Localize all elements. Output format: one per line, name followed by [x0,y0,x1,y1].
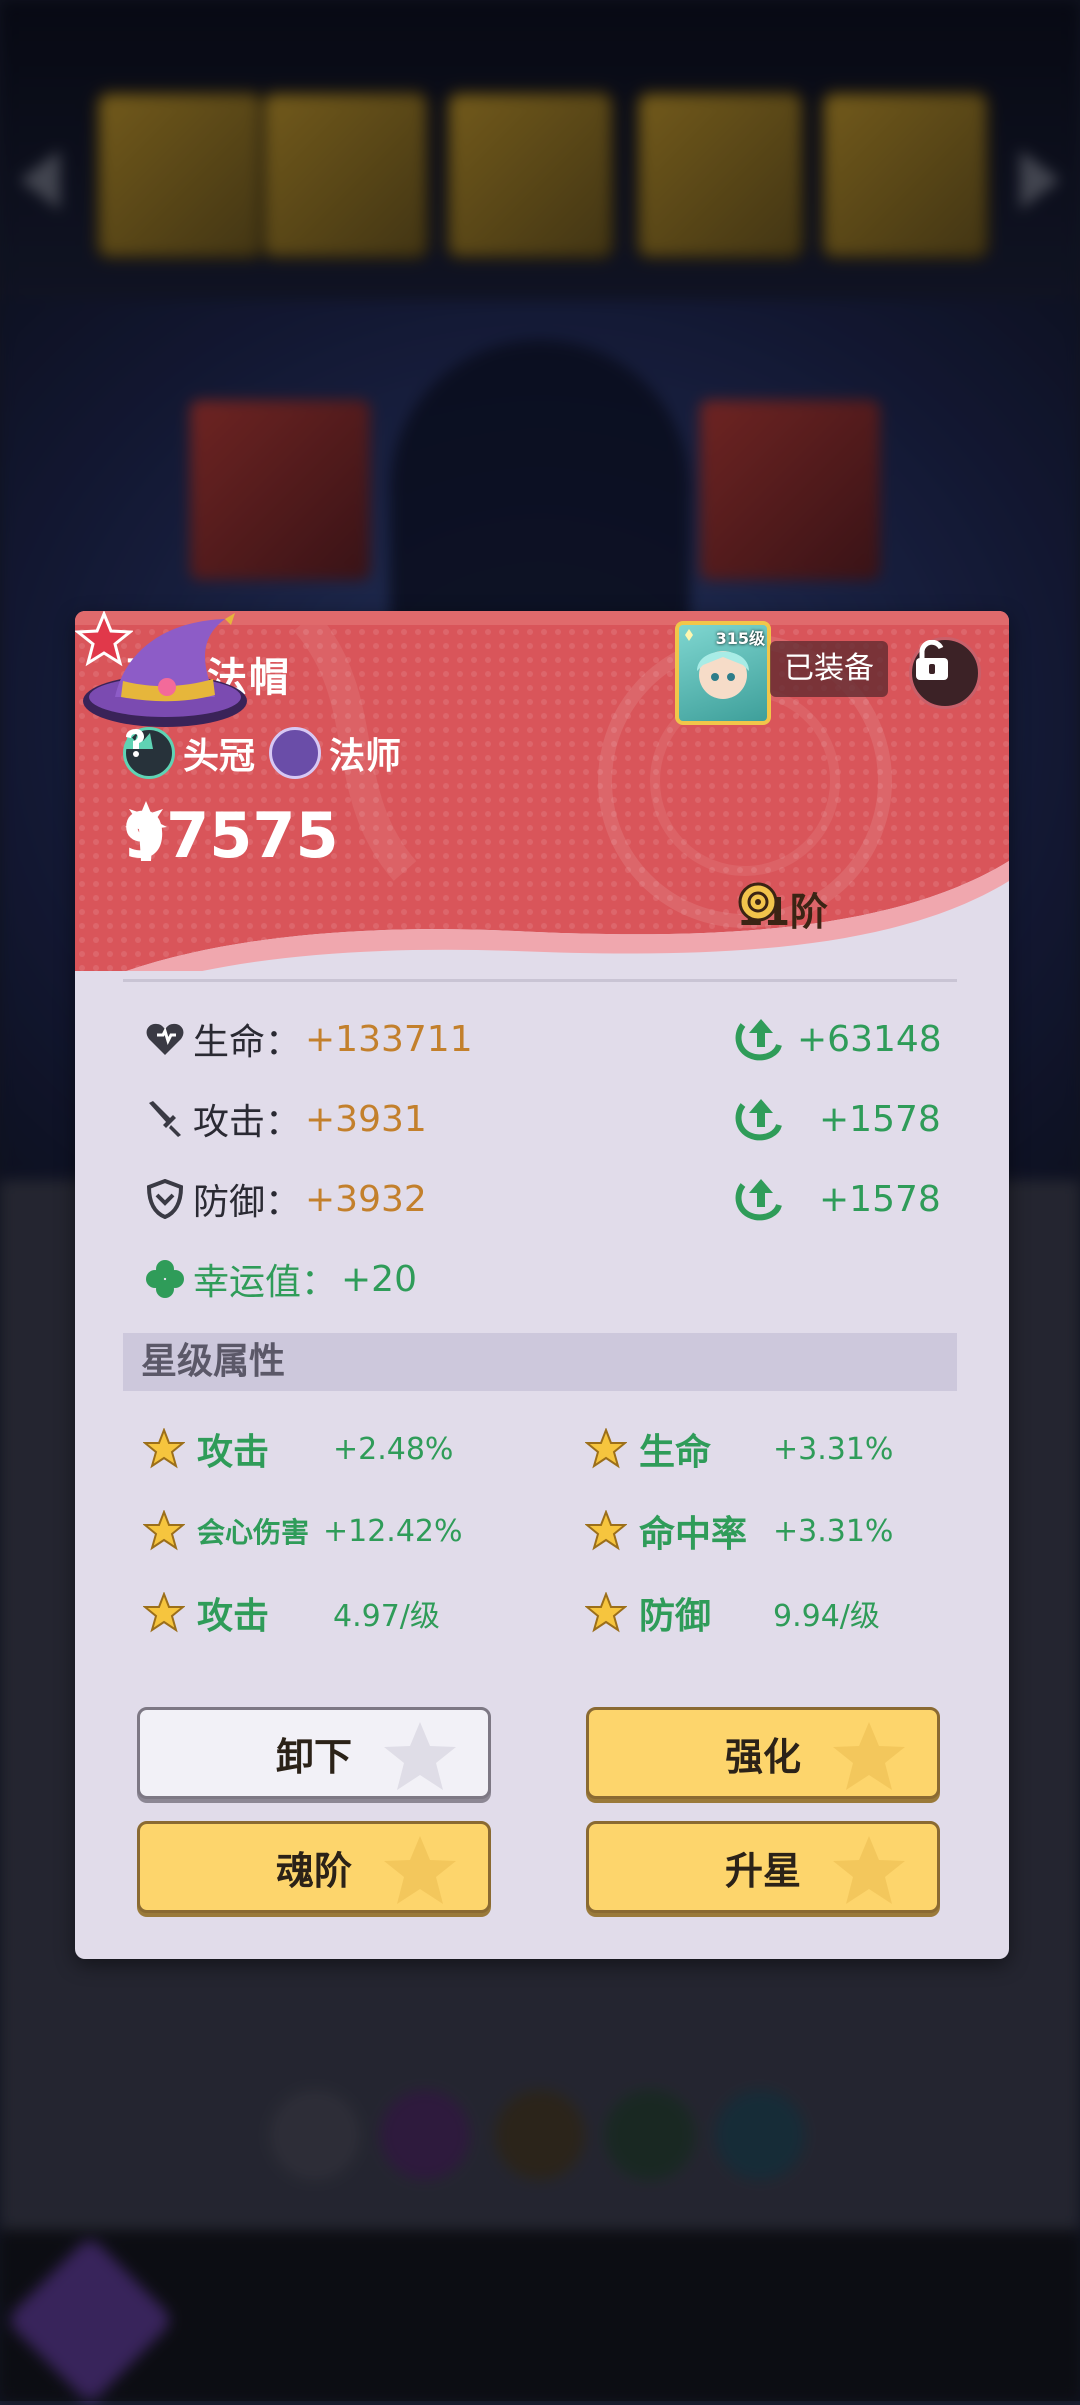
stat-name: 生命： [193,1022,302,1063]
lock-button[interactable] [909,637,981,709]
star-attr-name: 命中率 [639,1514,748,1555]
upgrade-arrow-icon [735,1099,782,1141]
star-attr-value: 9.94/级 [773,1599,880,1634]
soul-tier-label: 魂阶 [275,1848,352,1893]
enhance-label: 强化 [724,1734,801,1779]
upgrade-arrow-icon [735,1019,782,1061]
equipped-hero-portrait[interactable]: 315级 [675,621,771,725]
star-attr-row: 命中率 +3.31% [585,1501,985,1561]
star-decoration-icon [833,1722,905,1790]
combat-power: 97575 [123,799,339,872]
star-attr-row: 会心伤害 +12.42% [143,1501,543,1561]
shield-icon [143,1179,187,1219]
star-attr-name: 攻击 [197,1596,270,1637]
tier-indicator: 11阶 [737,881,828,936]
stat-row-hp: 生命： +133711 +63148 [143,1009,943,1069]
stat-row-luck: 幸运值： +20 [143,1249,943,1309]
star-attr-value: +12.42% [323,1513,463,1549]
stat-value: +133711 [305,1018,473,1060]
upgrade-arrow-icon [735,1179,782,1221]
class-label: 法师 [329,736,402,777]
clover-icon [143,1258,187,1300]
stat-value: +3932 [305,1178,427,1220]
star-attr-row: 攻击 4.97/级 [143,1583,543,1643]
star-up-label: 升星 [724,1848,801,1893]
star-up-button[interactable]: 升星 [586,1821,940,1913]
power-icon [125,801,167,861]
card-header: 灵源法帽 315级 已装备 头冠 [75,611,1009,971]
stat-bonus-value: +63148 [797,1018,942,1060]
star-attr-name: 攻击 [197,1432,270,1473]
stat-bonus: +1578 [733,1177,941,1221]
star-attr-row: 生命 +3.31% [585,1419,985,1479]
star-decoration-icon [833,1836,905,1904]
star-attr-value: +3.31% [773,1513,894,1549]
stat-name: 幸运值： [193,1262,338,1303]
stat-bonus-value: +1578 [819,1098,941,1140]
equipped-badge: 已装备 [770,641,888,697]
divider [123,979,957,982]
stat-value: +3931 [305,1098,427,1140]
star-attr-name: 会心伤害 [197,1516,310,1549]
star-attr-value: +3.31% [773,1431,894,1467]
stat-row-defense: 防御： +3932 +1578 [143,1169,943,1229]
stat-bonus-value: +1578 [819,1178,941,1220]
star-attributes-header: 星级属性 [123,1333,957,1391]
stat-name: 攻击： [193,1102,302,1143]
stat-bonus: +63148 [733,1017,942,1061]
stat-row-attack: 攻击： +3931 +1578 [143,1089,943,1149]
soul-tier-button[interactable]: 魂阶 [137,1821,491,1913]
hero-face-icon [685,629,749,699]
unequip-button[interactable]: 卸下 [137,1707,491,1799]
enhance-button[interactable]: 强化 [586,1707,940,1799]
unequip-label: 卸下 [275,1734,352,1779]
star-decoration-icon [384,1836,456,1904]
mage-class-icon [126,727,322,779]
star-attr-name: 生命 [639,1432,712,1473]
stat-bonus: +1578 [733,1097,941,1141]
star-attr-row: 防御 9.94/级 [585,1583,985,1643]
stat-value: +20 [341,1258,417,1300]
star-attr-value: +2.48% [333,1431,454,1467]
tier-icon [738,882,778,922]
gold-star-icon [143,1428,185,1469]
star-attr-name: 防御 [639,1596,712,1637]
gold-star-icon [143,1592,185,1633]
gold-star-icon [585,1428,627,1469]
star-decoration-icon [384,1722,456,1790]
wizard-hat-icon [83,613,247,727]
star-attr-value: 4.97/级 [333,1599,440,1634]
sword-icon [143,1099,187,1139]
equipment-detail-card: 灵源法帽 315级 已装备 头冠 [75,611,1009,1959]
heart-icon [143,1021,187,1057]
gold-star-icon [585,1592,627,1633]
gold-star-icon [585,1510,627,1551]
stat-name: 防御： [193,1182,302,1223]
gold-star-icon [143,1510,185,1551]
star-attr-row: 攻击 +2.48% [143,1419,543,1479]
unlock-icon [916,640,948,680]
